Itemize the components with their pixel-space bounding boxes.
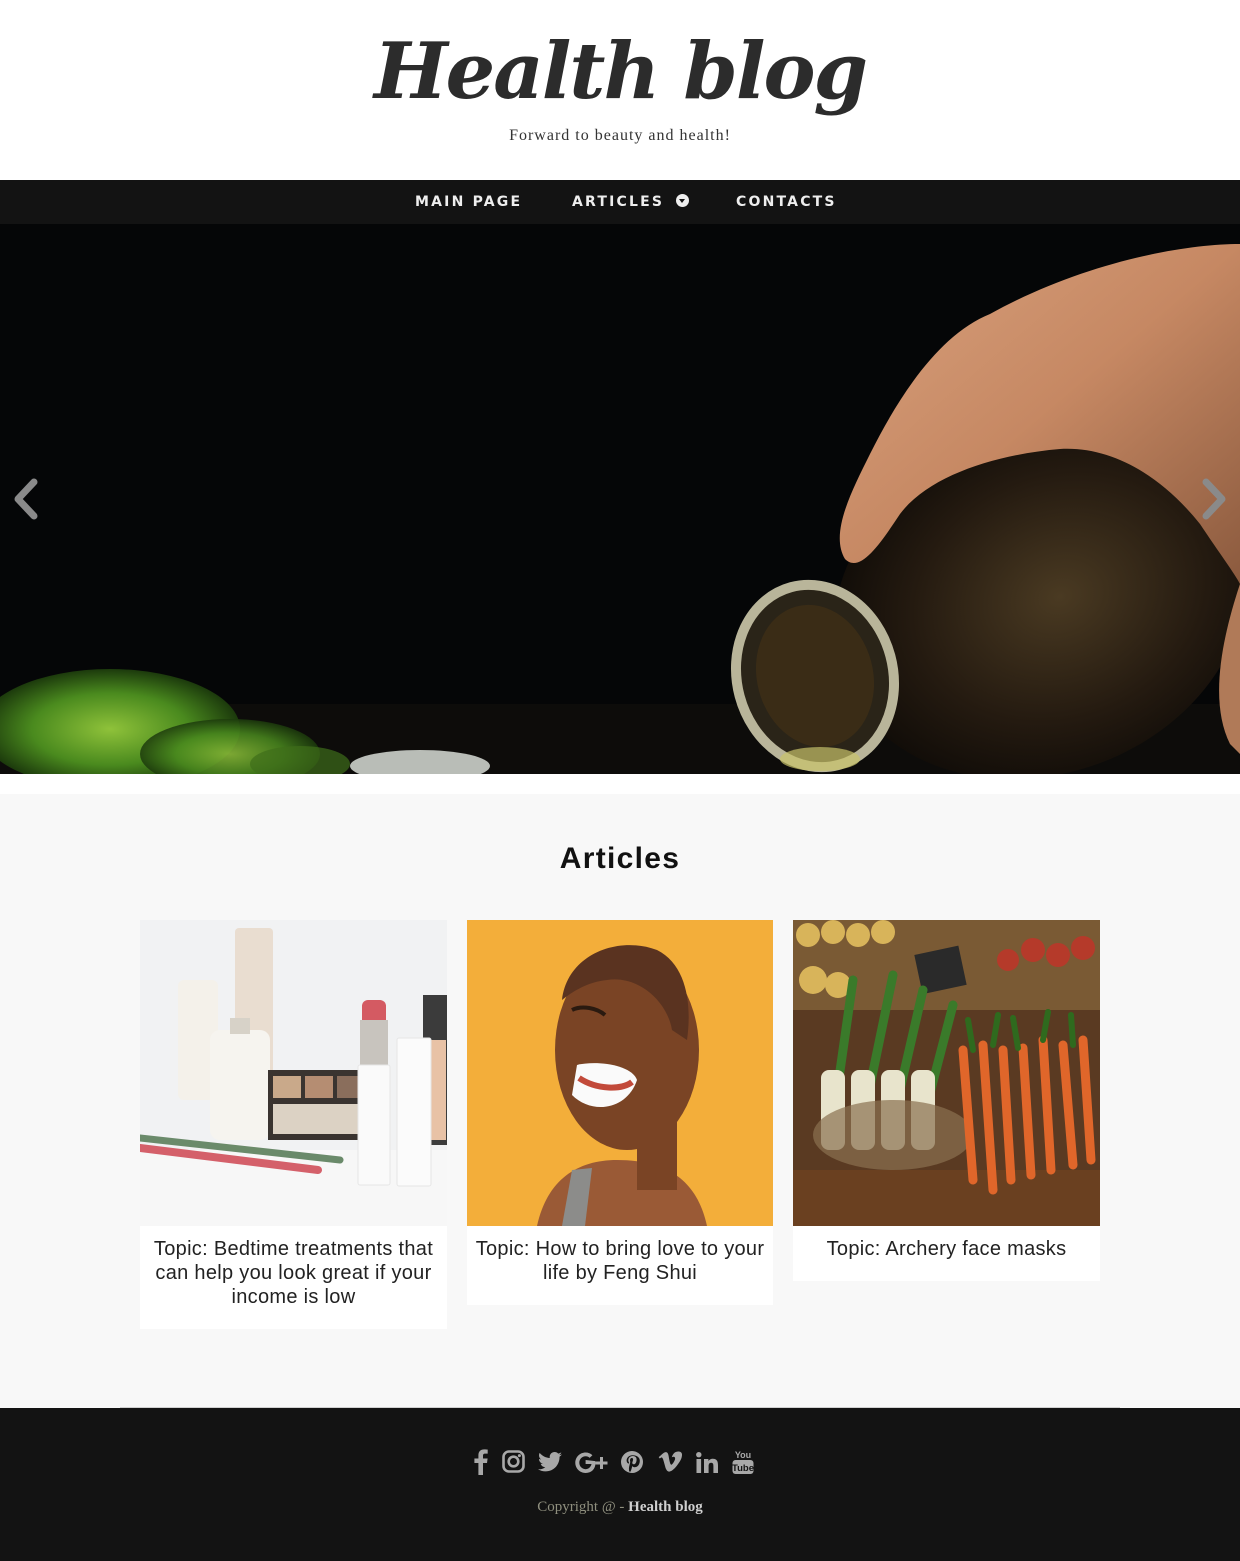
copyright-text: Copyright @ - Health blog xyxy=(0,1499,1240,1516)
hero-spacer xyxy=(0,774,1240,794)
chevron-left-icon xyxy=(14,478,38,520)
article-image-vegetables[interactable] xyxy=(793,920,1100,1226)
nav-item-articles[interactable]: ARTICLES xyxy=(572,180,690,224)
main-nav: MAIN PAGE ARTICLES CONTACTS xyxy=(0,180,1240,224)
facebook-icon[interactable] xyxy=(474,1448,488,1476)
site-header: Health blog Forward to beauty and health… xyxy=(0,0,1240,180)
article-title[interactable]: Topic: Bedtime treatments that can help … xyxy=(140,1226,447,1329)
twitter-icon[interactable] xyxy=(538,1448,562,1476)
slider-prev-button[interactable] xyxy=(6,474,46,524)
google-plus-icon[interactable] xyxy=(575,1448,608,1476)
instagram-icon[interactable] xyxy=(502,1448,525,1476)
hero-slider xyxy=(0,224,1240,774)
article-image-laughing-woman[interactable] xyxy=(467,920,773,1226)
site-title[interactable]: Health blog xyxy=(0,22,1240,122)
article-card[interactable]: Topic: Archery face masks xyxy=(793,920,1100,1281)
chevron-right-icon xyxy=(1202,478,1226,520)
nav-item-articles-label: ARTICLES xyxy=(572,194,665,210)
copyright-brand-link[interactable]: Health blog xyxy=(628,1499,703,1515)
article-image-cosmetics[interactable] xyxy=(140,920,447,1226)
pinterest-icon[interactable] xyxy=(621,1448,643,1476)
nav-item-contacts[interactable]: CONTACTS xyxy=(736,180,837,224)
article-card[interactable]: Topic: How to bring love to your life by… xyxy=(467,920,773,1305)
vimeo-icon[interactable] xyxy=(658,1448,683,1476)
nav-item-main-page[interactable]: MAIN PAGE xyxy=(415,180,522,224)
svg-text:You: You xyxy=(735,1450,751,1460)
article-card[interactable]: Topic: Bedtime treatments that can help … xyxy=(140,920,447,1329)
articles-heading: Articles xyxy=(559,842,681,875)
hero-image xyxy=(0,224,1240,774)
svg-text:Tube: Tube xyxy=(732,1463,754,1474)
slider-next-button[interactable] xyxy=(1194,474,1234,524)
site-footer: You Tube Copyright @ - Health blog xyxy=(0,1408,1240,1561)
site-tagline: Forward to beauty and health! xyxy=(509,127,731,144)
copyright-prefix: Copyright @ - xyxy=(537,1499,629,1515)
linkedin-icon[interactable] xyxy=(696,1448,718,1476)
article-title[interactable]: Topic: How to bring love to your life by… xyxy=(467,1226,773,1305)
youtube-icon[interactable]: You Tube xyxy=(732,1448,754,1476)
articles-section: Articles Topic: Bedtime treatments that … xyxy=(0,794,1240,1408)
chevron-down-circle-icon[interactable] xyxy=(676,194,690,207)
article-title[interactable]: Topic: Archery face masks xyxy=(793,1226,1100,1281)
